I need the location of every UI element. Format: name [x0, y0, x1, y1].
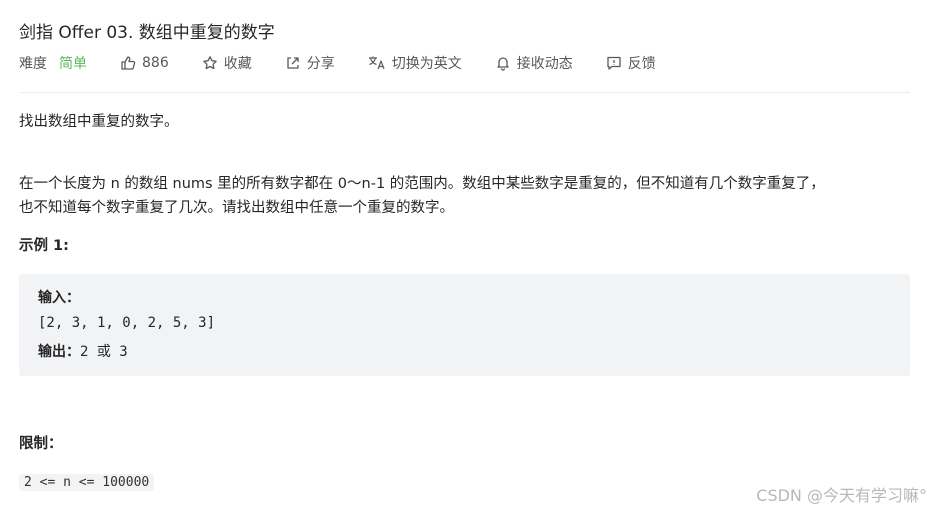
header-divider	[19, 92, 910, 93]
follow-button[interactable]: 接收动态	[495, 53, 573, 73]
switch-language-button[interactable]: 切换为英文	[368, 53, 462, 73]
example-output-value: 2 或 3	[80, 344, 128, 360]
problem-description-line-1: 在一个长度为 n 的数组 nums 里的所有数字都在 0～n-1 的范围内。数组…	[19, 176, 825, 192]
favorite-button[interactable]: 收藏	[202, 53, 252, 73]
limit-title: 限制：	[19, 436, 63, 452]
difficulty-label: 难度	[19, 56, 47, 72]
example-input-label: 输入：	[38, 290, 80, 306]
bell-icon	[497, 57, 509, 71]
problem-title: 剑指 Offer 03. 数组中重复的数字	[19, 23, 275, 43]
example-output-row: 输出：2 或 3	[38, 341, 128, 361]
switch-language-label: 切换为英文	[391, 56, 462, 72]
feedback-label: 反馈	[627, 56, 656, 72]
follow-label: 接收动态	[516, 56, 573, 72]
problem-toolbar: 难度 简单 886 收藏 分享 切换为英文 接收动态 反馈	[19, 53, 689, 73]
thumbs-up-icon	[121, 56, 136, 70]
favorite-label: 收藏	[223, 56, 252, 72]
example-code-block: 输入： [2, 3, 1, 0, 2, 5, 3] 输出：2 或 3	[19, 274, 910, 376]
translate-icon	[368, 56, 385, 70]
example-output-label: 输出：	[38, 344, 80, 360]
difficulty-badge: 简单	[59, 56, 87, 72]
csdn-watermark: CSDN @今天有学习嘛°	[756, 486, 927, 505]
feedback-icon	[607, 56, 621, 70]
star-icon	[202, 56, 217, 70]
example-input-value: [2, 3, 1, 0, 2, 5, 3]	[38, 315, 216, 331]
limit-constraint: 2 <= n <= 100000	[19, 474, 155, 491]
feedback-button[interactable]: 反馈	[606, 53, 656, 73]
example-title: 示例 1:	[19, 238, 69, 254]
like-count: 886	[142, 55, 169, 71]
problem-description-line-2: 也不知道每个数字重复了几次。请找出数组中任意一个重复的数字。	[19, 200, 454, 216]
share-button[interactable]: 分享	[285, 53, 335, 73]
problem-intro: 找出数组中重复的数字。	[19, 114, 179, 130]
share-icon	[287, 57, 299, 69]
like-button[interactable]: 886	[120, 55, 169, 71]
share-label: 分享	[306, 56, 335, 72]
